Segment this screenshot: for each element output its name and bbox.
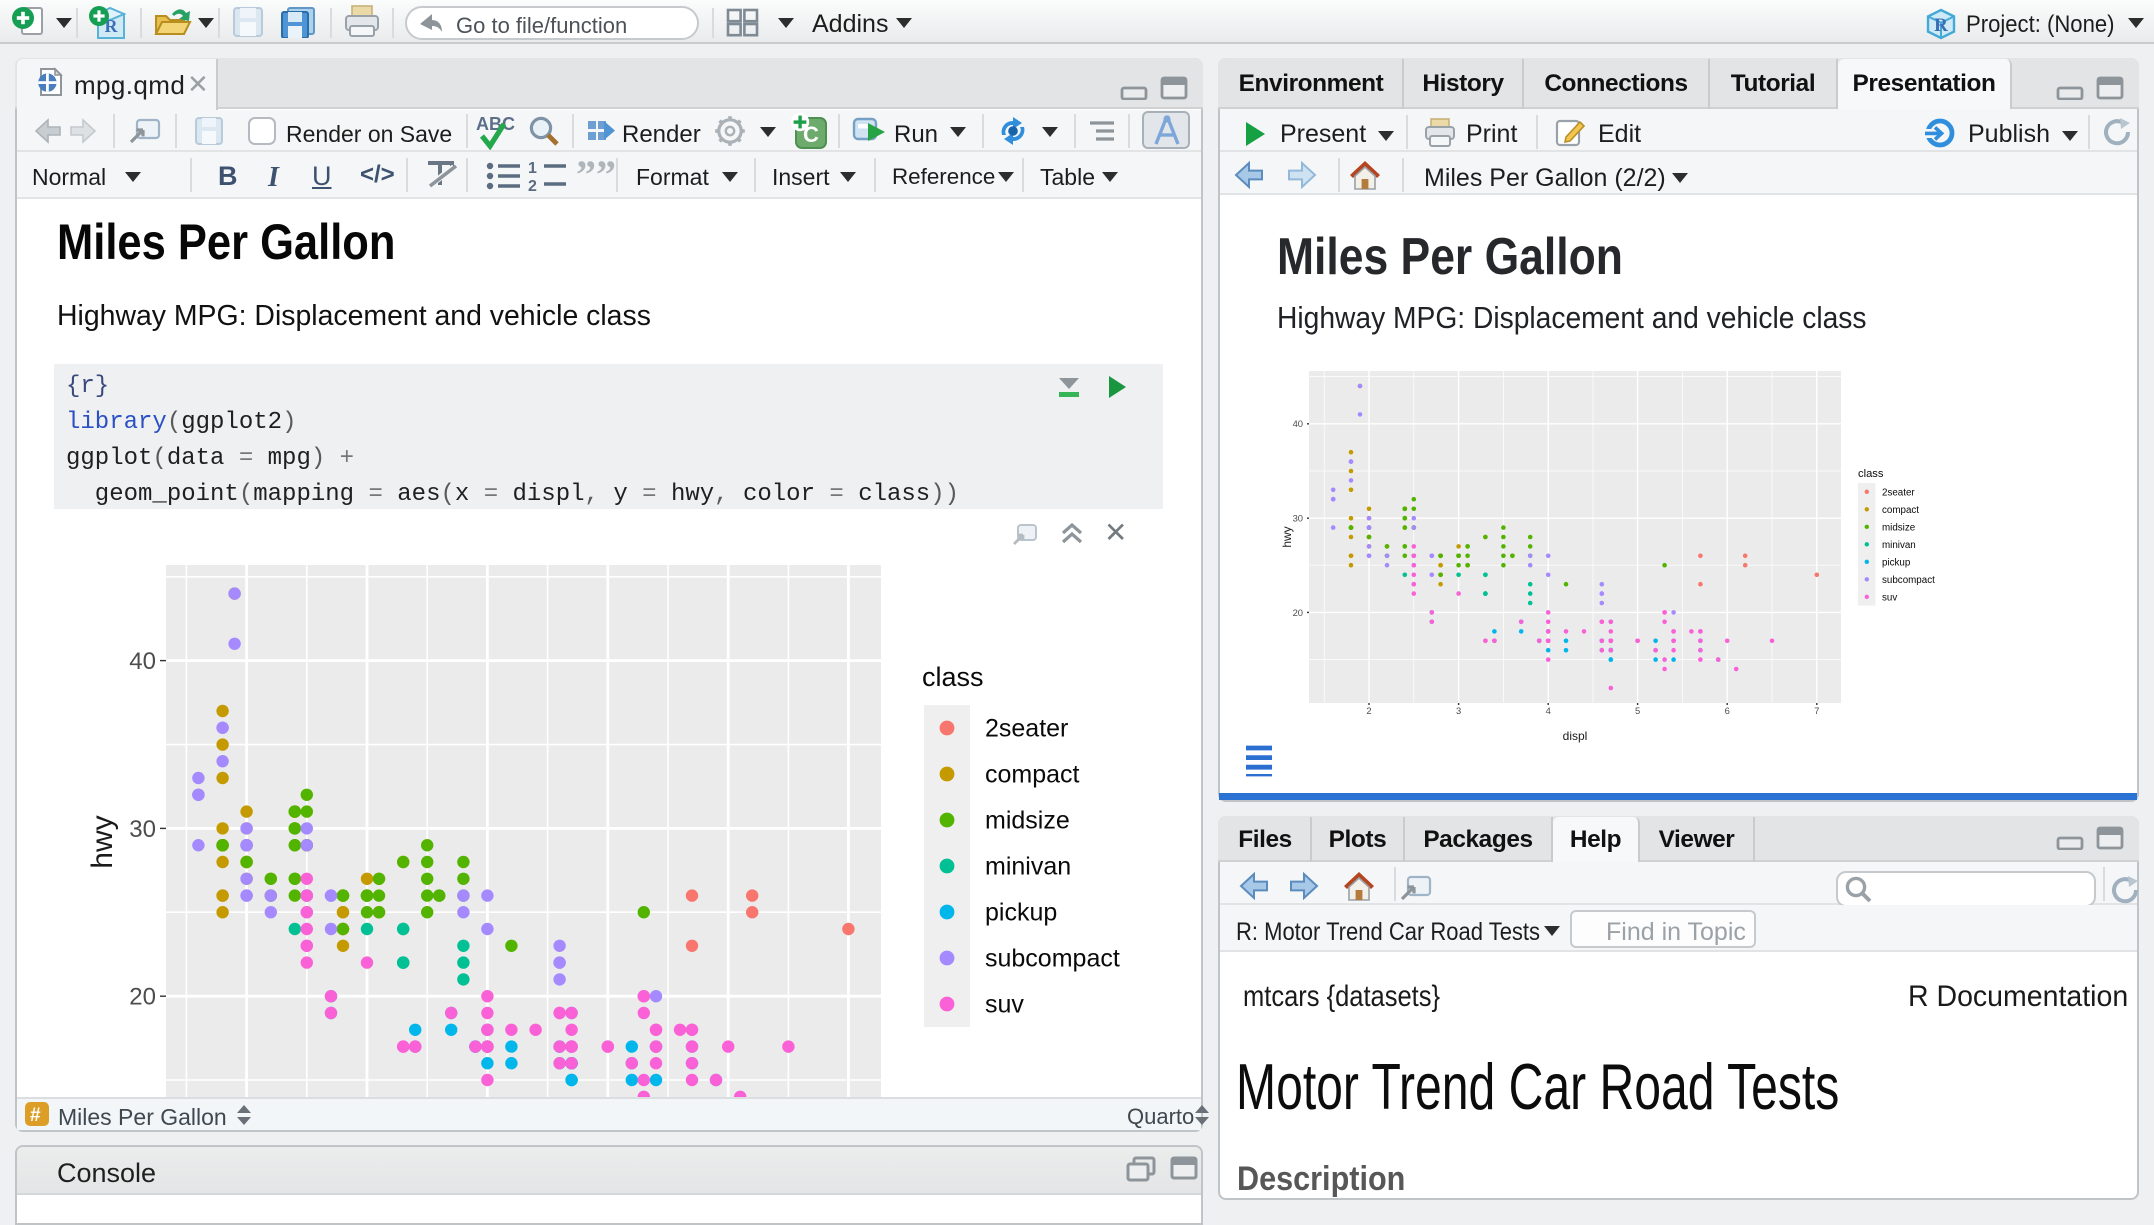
svg-text:minivan: minivan [1882,540,1916,551]
svg-text:20: 20 [129,984,156,1011]
svg-text:30: 30 [1293,512,1303,523]
svg-text:hwy: hwy [86,815,119,868]
svg-text:40: 40 [1293,418,1303,429]
svg-text:midsize: midsize [985,807,1070,835]
svg-text:40: 40 [129,648,156,675]
svg-text:2seater: 2seater [985,715,1068,743]
svg-text:displ: displ [1563,729,1588,743]
svg-text:7: 7 [1814,705,1819,716]
svg-text:3: 3 [1456,705,1461,716]
svg-text:1: 1 [528,160,537,177]
svg-text:compact: compact [1882,505,1919,516]
svg-text:2: 2 [1366,705,1371,716]
svg-text:compact: compact [985,761,1080,789]
svg-text:suv: suv [985,991,1024,1019]
svg-text:pickup: pickup [985,899,1057,927]
svg-text:20: 20 [1293,607,1303,618]
svg-text:2: 2 [528,178,537,191]
svg-text:midsize: midsize [1882,522,1916,533]
svg-text:subcompact: subcompact [1882,575,1935,586]
svg-text:5: 5 [1635,705,1640,716]
svg-text:2seater: 2seater [1882,487,1915,498]
svg-text:R: R [1934,15,1948,36]
svg-text:class: class [1858,468,1884,480]
svg-text:subcompact: subcompact [985,945,1120,973]
svg-text:4: 4 [1546,705,1551,716]
svg-text:class: class [922,662,984,692]
svg-text:suv: suv [1882,592,1897,603]
svg-text:pickup: pickup [1882,557,1911,568]
svg-text:hwy: hwy [1280,526,1294,547]
svg-text:ABC: ABC [476,114,515,134]
svg-text:6: 6 [1725,705,1730,716]
svg-text:minivan: minivan [985,853,1071,881]
svg-text:30: 30 [129,816,156,843]
